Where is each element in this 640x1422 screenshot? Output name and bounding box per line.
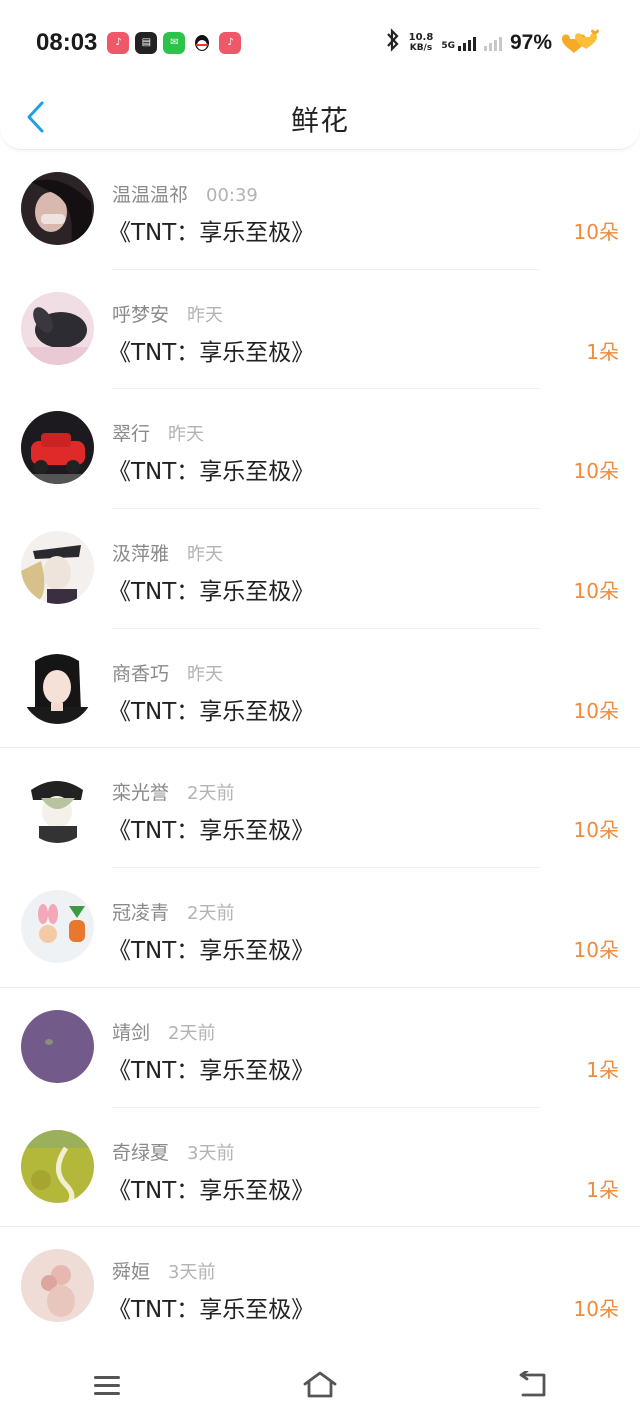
flower-count: 1朵	[586, 339, 619, 364]
avatar[interactable]	[21, 1249, 94, 1323]
flower-count: 1朵	[586, 1177, 619, 1202]
book-title: 《TNT：享乐至极》	[108, 220, 315, 246]
net-speed: 10.8 KB/s	[408, 31, 434, 53]
network-5g: 5G	[441, 35, 476, 51]
flower-list: 温温温祁 00:39 《TNT：享乐至极》 10朵 呼梦安 昨天 《TNT：享乐至极…	[0, 150, 640, 1347]
user-name: 栾光誉	[112, 782, 170, 805]
avatar[interactable]	[21, 890, 94, 964]
status-time: 08:03	[36, 28, 98, 56]
notification-icons: ♪ ▤ ✉ ♪	[107, 31, 242, 54]
user-name: 翠行	[112, 423, 151, 446]
book-title: 《TNT：享乐至极》	[108, 938, 315, 965]
flower-count: 10朵	[573, 938, 619, 963]
book-title: 《TNT：享乐至极》	[108, 1057, 315, 1084]
list-item[interactable]: 栾光誉 2天前 《TNT：享乐至极》 10朵	[0, 748, 640, 869]
list-item[interactable]: 翠行 昨天 《TNT：享乐至极》 10朵	[0, 389, 640, 510]
user-name: 商香巧	[112, 662, 170, 685]
avatar[interactable]	[21, 1129, 94, 1203]
menu-icon	[93, 1375, 120, 1395]
book-title: 《TNT：享乐至极》	[108, 339, 315, 366]
user-name: 冠凌青	[112, 902, 170, 925]
timestamp: 3天前	[168, 1262, 216, 1284]
back-nav-button[interactable]	[503, 1360, 563, 1410]
flower-count: 10朵	[573, 698, 619, 723]
timestamp: 昨天	[168, 424, 205, 446]
avatar[interactable]	[21, 411, 94, 485]
home-button[interactable]	[290, 1360, 350, 1410]
timestamp: 2天前	[168, 1022, 216, 1044]
book-title: 《TNT：享乐至极》	[108, 459, 315, 486]
wechat-icon: ✉	[163, 31, 186, 54]
list-item[interactable]: 舜姮 3天前 《TNT：享乐至极》 10朵	[0, 1227, 640, 1347]
list-item[interactable]: 奇绿夏 3天前 《TNT：享乐至极》 1朵	[0, 1108, 640, 1228]
avatar[interactable]	[21, 650, 94, 724]
menu-button[interactable]	[77, 1360, 137, 1410]
user-name: 温温温祁	[112, 184, 189, 206]
bluetooth-icon	[385, 28, 401, 57]
book-title: 《TNT：享乐至极》	[108, 579, 315, 606]
hearts-battery-icon	[560, 27, 604, 59]
avatar[interactable]	[21, 291, 94, 365]
avatar[interactable]	[21, 172, 94, 245]
book-title: 《TNT：享乐至极》	[108, 818, 315, 845]
book-title: 《TNT：享乐至极》	[108, 698, 315, 725]
list-item[interactable]: 温温温祁 00:39 《TNT：享乐至极》 10朵	[0, 150, 640, 270]
timestamp: 00:39	[206, 185, 258, 206]
douyin-icon-2: ♪	[219, 31, 242, 54]
timestamp: 昨天	[187, 304, 224, 326]
signal-icon	[457, 35, 476, 51]
page-title: 鲜花	[290, 104, 349, 137]
list-item[interactable]: 靖剑 2天前 《TNT：享乐至极》 1朵	[0, 988, 640, 1108]
timestamp: 昨天	[187, 663, 224, 685]
list-item[interactable]: 汲萍雅 昨天 《TNT：享乐至极》 10朵	[0, 509, 640, 629]
user-name: 舜姮	[112, 1261, 151, 1284]
avatar[interactable]	[21, 1009, 94, 1083]
book-title: 《TNT：享乐至极》	[108, 1177, 315, 1204]
list-item[interactable]: 商香巧 昨天 《TNT：享乐至极》 10朵	[0, 629, 640, 749]
list-item[interactable]: 呼梦安 昨天 《TNT：享乐至极》 1朵	[0, 270, 640, 390]
flower-count: 10朵	[573, 459, 619, 484]
news-app-icon: ▤	[135, 31, 158, 54]
user-name: 靖剑	[112, 1021, 151, 1044]
avatar[interactable]	[21, 770, 94, 844]
home-icon	[303, 1371, 337, 1397]
timestamp: 2天前	[187, 903, 235, 925]
qq-icon	[191, 31, 214, 54]
user-name: 汲萍雅	[112, 543, 170, 566]
user-name: 呼梦安	[112, 303, 170, 326]
book-title: 《TNT：享乐至极》	[108, 1297, 315, 1324]
flower-count: 10朵	[573, 579, 619, 604]
timestamp: 3天前	[187, 1142, 235, 1164]
timestamp: 昨天	[187, 544, 224, 566]
back-icon	[519, 1370, 546, 1396]
battery-level: 97%	[509, 30, 552, 54]
flower-count: 10朵	[573, 220, 619, 244]
app-header: 鲜花	[0, 85, 640, 150]
flower-count: 1朵	[586, 1057, 619, 1082]
list-item[interactable]: 冠凌青 2天前 《TNT：享乐至极》 10朵	[0, 868, 640, 988]
status-bar: 08:03 ♪ ▤ ✉ ♪ 10.8 KB/s 5G 97%	[0, 0, 640, 85]
douyin-icon: ♪	[107, 31, 130, 54]
flower-count: 10朵	[573, 1297, 619, 1322]
timestamp: 2天前	[187, 783, 235, 805]
user-name: 奇绿夏	[112, 1141, 170, 1164]
system-navbar	[0, 1347, 640, 1422]
signal-icon-2	[483, 35, 502, 51]
flower-count: 10朵	[573, 818, 619, 843]
avatar[interactable]	[21, 531, 94, 605]
